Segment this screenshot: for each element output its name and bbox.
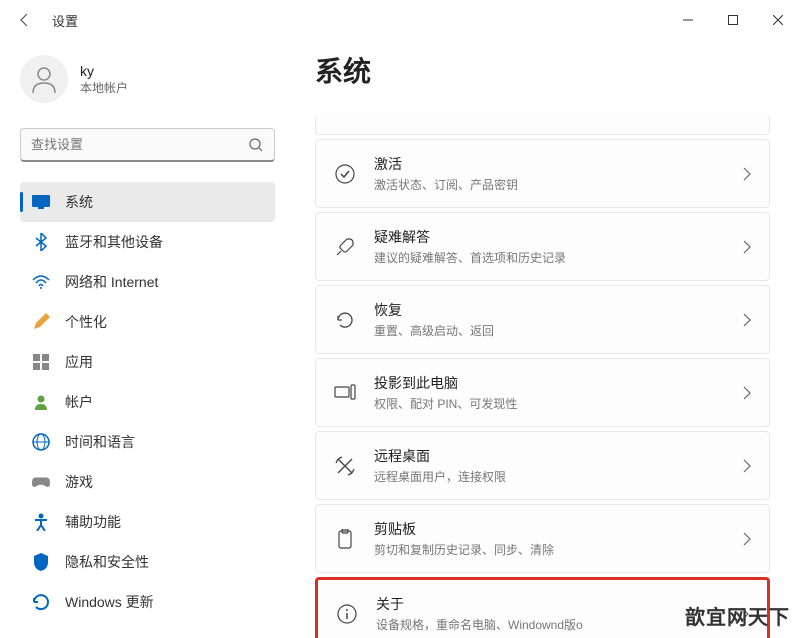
chevron-right-icon [743, 313, 751, 327]
search-box[interactable] [20, 128, 275, 162]
apps-icon [32, 353, 50, 371]
bluetooth-icon [32, 233, 50, 251]
setting-title: 远程桌面 [374, 446, 725, 466]
close-icon [773, 15, 783, 25]
avatar [20, 55, 68, 103]
network-icon [32, 273, 50, 291]
accessibility-icon [32, 513, 50, 531]
settings-list: 激活 激活状态、订阅、产品密钥 疑难解答 建议的疑难解答、首选项和历史记录 恢复 [315, 115, 770, 638]
content: 系统 激活 激活状态、订阅、产品密钥 疑难解答 建议的疑难解答、首选项和历史记录 [290, 40, 800, 638]
minimize-button[interactable] [665, 5, 710, 35]
watermark: 歆宜网天下 [685, 601, 790, 630]
chevron-right-icon [743, 167, 751, 181]
maximize-icon [728, 15, 738, 25]
nav-label: 网络和 Internet [65, 272, 158, 292]
remote-desktop-icon [334, 455, 356, 477]
recovery-icon [334, 309, 356, 331]
chevron-right-icon [743, 459, 751, 473]
titlebar: 设置 [0, 0, 800, 40]
nav-list: 系统 蓝牙和其他设备 网络和 Internet 个性化 应用 帐户 [20, 182, 275, 622]
nav-item-gaming[interactable]: 游戏 [20, 462, 275, 502]
nav-label: 辅助功能 [65, 512, 121, 532]
update-icon [32, 593, 50, 611]
nav-label: Windows 更新 [65, 592, 154, 612]
troubleshoot-icon [334, 236, 356, 258]
setting-desc: 剪切和复制历史记录、同步、清除 [374, 541, 725, 558]
nav-label: 帐户 [65, 392, 93, 412]
account-type: 本地帐户 [80, 79, 128, 96]
setting-item-projecting[interactable]: 投影到此电脑 权限、配对 PIN、可发现性 [315, 358, 770, 427]
sidebar: ky 本地帐户 系统 蓝牙和其他设备 网络和 Internet [0, 40, 290, 638]
setting-title: 激活 [374, 154, 725, 174]
nav-label: 应用 [65, 352, 93, 372]
chevron-right-icon [743, 240, 751, 254]
activation-icon [334, 163, 356, 185]
setting-item-troubleshoot[interactable]: 疑难解答 建议的疑难解答、首选项和历史记录 [315, 212, 770, 281]
nav-item-apps[interactable]: 应用 [20, 342, 275, 382]
about-icon [336, 603, 358, 625]
window-title: 设置 [52, 11, 78, 30]
gaming-icon [32, 473, 50, 491]
search-icon [248, 137, 264, 153]
nav-item-accounts[interactable]: 帐户 [20, 382, 275, 422]
minimize-icon [683, 15, 693, 25]
user-section[interactable]: ky 本地帐户 [20, 50, 275, 108]
nav-label: 游戏 [65, 472, 93, 492]
setting-desc: 重置、高级启动、返回 [374, 322, 725, 339]
nav-item-privacy[interactable]: 隐私和安全性 [20, 542, 275, 582]
setting-title: 关于 [376, 594, 723, 614]
clipboard-icon [334, 528, 356, 550]
back-button[interactable] [10, 5, 40, 35]
setting-desc: 远程桌面用户，连接权限 [374, 468, 725, 485]
setting-desc: 权限、配对 PIN、可发现性 [374, 395, 725, 412]
setting-item-recovery[interactable]: 恢复 重置、高级启动、返回 [315, 285, 770, 354]
nav-item-network[interactable]: 网络和 Internet [20, 262, 275, 302]
username: ky [80, 63, 128, 79]
nav-item-windows-update[interactable]: Windows 更新 [20, 582, 275, 622]
nav-item-accessibility[interactable]: 辅助功能 [20, 502, 275, 542]
chevron-right-icon [743, 532, 751, 546]
search-input[interactable] [31, 137, 248, 152]
projecting-icon [334, 382, 356, 404]
nav-item-time-language[interactable]: 时间和语言 [20, 422, 275, 462]
nav-item-bluetooth[interactable]: 蓝牙和其他设备 [20, 222, 275, 262]
setting-item-clipboard[interactable]: 剪贴板 剪切和复制历史记录、同步、清除 [315, 504, 770, 573]
setting-item-activation[interactable]: 激活 激活状态、订阅、产品密钥 [315, 139, 770, 208]
setting-title: 剪贴板 [374, 519, 725, 539]
setting-item-partial[interactable] [315, 115, 770, 135]
accounts-icon [32, 393, 50, 411]
nav-item-personalization[interactable]: 个性化 [20, 302, 275, 342]
time-icon [32, 433, 50, 451]
setting-title: 恢复 [374, 300, 725, 320]
setting-desc: 激活状态、订阅、产品密钥 [374, 176, 725, 193]
setting-desc: 建议的疑难解答、首选项和历史记录 [374, 249, 725, 266]
nav-item-system[interactable]: 系统 [20, 182, 275, 222]
setting-title: 投影到此电脑 [374, 373, 725, 393]
chevron-right-icon [743, 386, 751, 400]
setting-item-remote-desktop[interactable]: 远程桌面 远程桌面用户，连接权限 [315, 431, 770, 500]
privacy-icon [32, 553, 50, 571]
setting-title: 疑难解答 [374, 227, 725, 247]
close-button[interactable] [755, 5, 800, 35]
nav-label: 蓝牙和其他设备 [65, 232, 163, 252]
nav-label: 时间和语言 [65, 432, 135, 452]
personalize-icon [32, 313, 50, 331]
nav-label: 隐私和安全性 [65, 552, 149, 572]
arrow-left-icon [17, 12, 33, 28]
setting-desc: 设备规格，重命名电脑、Windownd版o [376, 616, 723, 633]
page-title: 系统 [315, 50, 770, 90]
nav-label: 个性化 [65, 312, 107, 332]
nav-label: 系统 [65, 192, 93, 212]
system-icon [32, 193, 50, 211]
person-icon [28, 63, 60, 95]
maximize-button[interactable] [710, 5, 755, 35]
